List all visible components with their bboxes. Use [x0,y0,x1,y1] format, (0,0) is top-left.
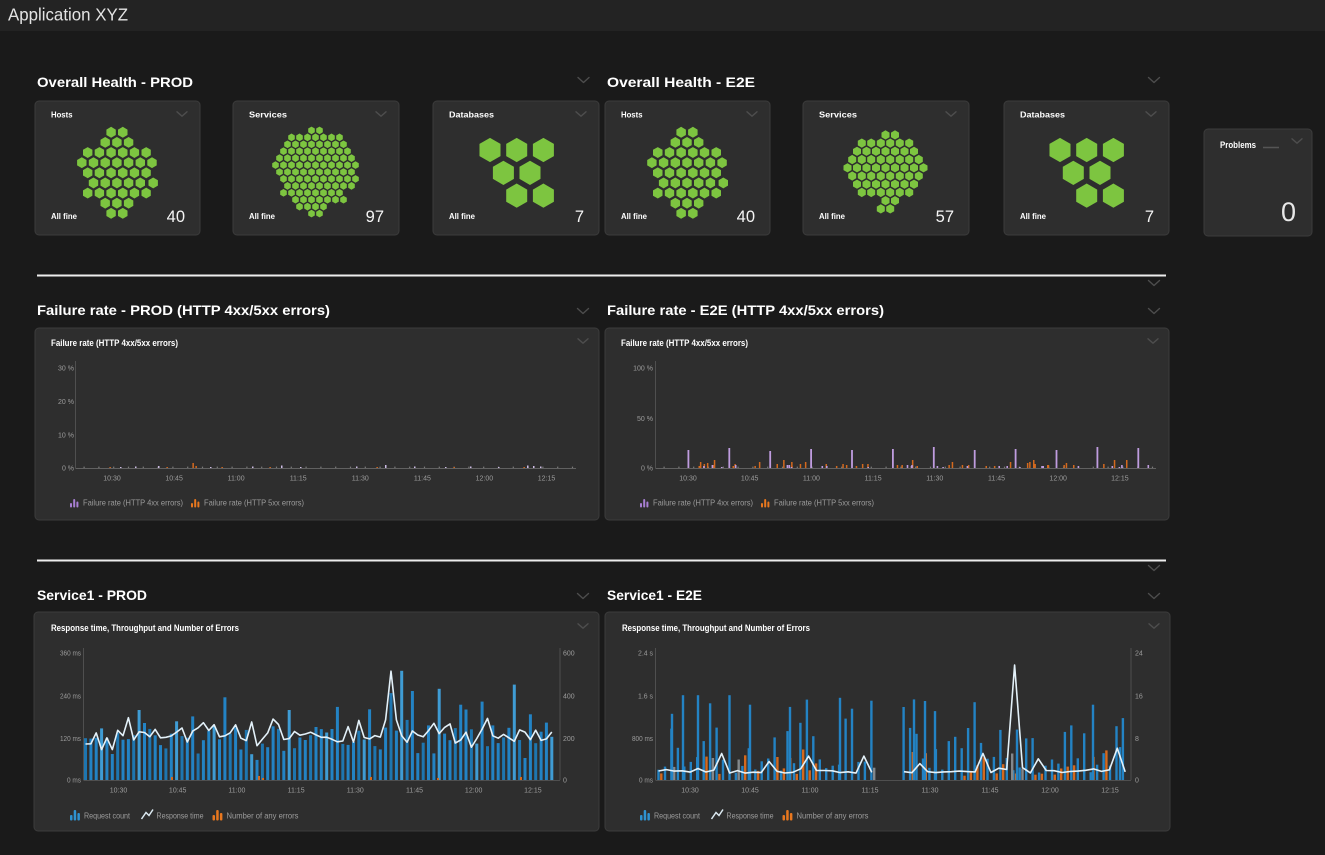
svg-text:Number of any errors: Number of any errors [227,811,299,821]
svg-text:10:45: 10:45 [169,788,187,795]
svg-text:Failure rate - PROD (HTTP 4xx/: Failure rate - PROD (HTTP 4xx/5xx errors… [37,302,330,318]
svg-text:0: 0 [563,778,567,785]
svg-text:10 %: 10 % [58,432,74,439]
svg-text:120 ms: 120 ms [60,736,81,743]
svg-text:11:00: 11:00 [228,788,245,795]
svg-text:11:15: 11:15 [865,476,882,483]
svg-text:Request count: Request count [84,811,131,821]
svg-text:11:15: 11:15 [862,788,879,795]
svg-text:97: 97 [366,208,384,226]
svg-text:Databases: Databases [449,110,494,120]
svg-text:1.6 s: 1.6 s [638,693,653,700]
svg-text:11:00: 11:00 [802,788,819,795]
svg-text:10:45: 10:45 [741,788,759,795]
svg-text:7: 7 [575,208,584,226]
svg-text:11:15: 11:15 [290,476,307,483]
svg-text:24: 24 [1135,650,1143,657]
svg-text:Failure rate (HTTP 5xx errors): Failure rate (HTTP 5xx errors) [774,498,874,508]
svg-text:Service1 - PROD: Service1 - PROD [37,587,147,603]
svg-text:8: 8 [1135,736,1139,743]
svg-text:Application XYZ: Application XYZ [8,5,128,25]
svg-text:Problems: Problems [1220,140,1256,150]
svg-text:400: 400 [563,693,575,700]
svg-text:11:30: 11:30 [352,476,369,483]
svg-text:12:00: 12:00 [1049,476,1067,483]
svg-text:0: 0 [1281,197,1296,227]
svg-text:12:00: 12:00 [465,788,483,795]
svg-text:All fine: All fine [249,211,275,221]
svg-text:Failure rate (HTTP 5xx errors): Failure rate (HTTP 5xx errors) [204,498,304,508]
svg-text:0 ms: 0 ms [67,778,81,785]
svg-text:12:15: 12:15 [538,476,556,483]
svg-text:All fine: All fine [1020,211,1046,221]
svg-text:Request count: Request count [654,811,701,821]
svg-text:10:30: 10:30 [679,476,697,483]
svg-text:Hosts: Hosts [621,110,643,120]
svg-text:Failure rate - E2E (HTTP 4xx/5: Failure rate - E2E (HTTP 4xx/5xx errors) [607,302,884,318]
svg-text:Number of any errors: Number of any errors [797,811,869,821]
svg-text:20 %: 20 % [58,399,74,406]
svg-text:10:45: 10:45 [165,476,183,483]
svg-text:200: 200 [563,736,575,743]
svg-text:800 ms: 800 ms [632,736,653,743]
svg-text:2.4 s: 2.4 s [638,650,653,657]
svg-text:11:45: 11:45 [982,788,999,795]
svg-text:11:30: 11:30 [926,476,943,483]
svg-text:All fine: All fine [449,211,475,221]
svg-text:0 %: 0 % [641,466,653,473]
svg-text:Hosts: Hosts [51,110,73,120]
svg-text:All fine: All fine [621,211,647,221]
svg-text:10:30: 10:30 [110,788,128,795]
svg-text:0 %: 0 % [62,466,74,473]
svg-text:10:30: 10:30 [103,476,121,483]
svg-text:40: 40 [167,208,185,226]
svg-text:11:45: 11:45 [988,476,1005,483]
svg-text:12:15: 12:15 [1111,476,1129,483]
svg-text:Failure rate (HTTP 4xx errors): Failure rate (HTTP 4xx errors) [653,498,753,508]
svg-text:10:45: 10:45 [741,476,759,483]
svg-text:11:00: 11:00 [228,476,245,483]
svg-text:Response time, Throughput and: Response time, Throughput and Number of … [51,623,239,633]
svg-text:7: 7 [1145,208,1154,226]
svg-text:11:45: 11:45 [414,476,431,483]
svg-text:11:45: 11:45 [406,788,423,795]
svg-text:12:00: 12:00 [1041,788,1059,795]
svg-text:Failure rate (HTTP 4xx/5xx err: Failure rate (HTTP 4xx/5xx errors) [621,338,748,348]
svg-text:All fine: All fine [819,211,845,221]
svg-text:40: 40 [737,208,755,226]
svg-text:10:30: 10:30 [681,788,699,795]
svg-text:Failure rate (HTTP 4xx/5xx err: Failure rate (HTTP 4xx/5xx errors) [51,338,178,348]
svg-text:12:00: 12:00 [476,476,494,483]
svg-text:Response time, Throughput and: Response time, Throughput and Number of … [622,623,810,633]
svg-text:360 ms: 360 ms [60,650,81,657]
svg-text:11:30: 11:30 [922,788,939,795]
svg-text:Services: Services [249,110,287,120]
svg-text:Response time: Response time [727,811,774,821]
svg-text:57: 57 [936,208,954,226]
svg-text:Overall Health - PROD: Overall Health - PROD [37,74,193,90]
svg-text:Service1 - E2E: Service1 - E2E [607,587,702,603]
svg-text:Overall Health - E2E: Overall Health - E2E [607,74,755,90]
svg-text:11:15: 11:15 [288,788,305,795]
svg-text:0: 0 [1135,778,1139,785]
svg-text:30 %: 30 % [58,366,74,373]
svg-text:Response time: Response time [157,811,204,821]
svg-text:11:30: 11:30 [347,788,364,795]
svg-text:Databases: Databases [1020,110,1065,120]
svg-text:12:15: 12:15 [1101,788,1119,795]
svg-text:Failure rate (HTTP 4xx errors): Failure rate (HTTP 4xx errors) [83,498,183,508]
svg-text:12:15: 12:15 [524,788,542,795]
svg-text:0 ms: 0 ms [639,778,653,785]
svg-text:Services: Services [819,110,857,120]
svg-text:50 %: 50 % [637,416,653,423]
svg-text:240 ms: 240 ms [60,693,81,700]
svg-text:600: 600 [563,650,575,657]
svg-text:100 %: 100 % [633,366,653,373]
svg-text:16: 16 [1135,693,1143,700]
svg-text:11:00: 11:00 [803,476,820,483]
svg-text:All fine: All fine [51,211,77,221]
